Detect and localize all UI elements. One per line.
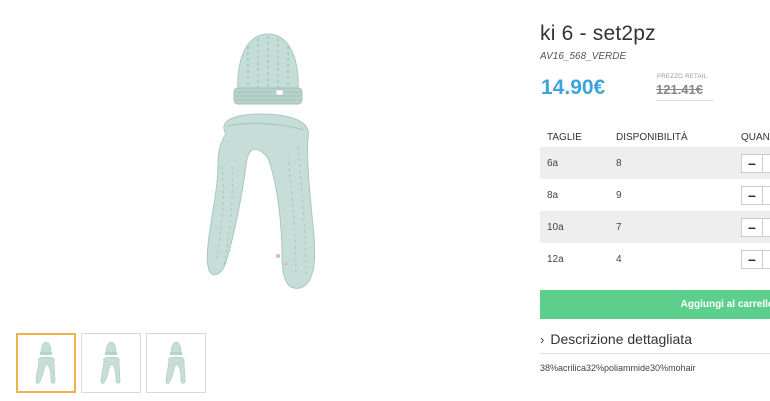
hat-graphic <box>233 33 303 105</box>
table-header-row: TAGLIE DISPONIBILITÀ QUAN <box>540 127 770 147</box>
availability-cell: 4 <box>609 243 734 275</box>
product-title: ki 6 - set2pz <box>540 22 656 45</box>
table-row: 6a 8 − <box>540 147 770 179</box>
chevron-right-icon: › <box>540 331 545 347</box>
scarf-graphic <box>206 113 316 289</box>
quantity-input[interactable] <box>763 217 770 237</box>
column-header-size: TAGLIE <box>547 131 582 143</box>
decrease-quantity-button[interactable]: − <box>741 153 763 173</box>
availability-cell: 7 <box>609 211 734 243</box>
quantity-input[interactable] <box>763 249 770 269</box>
price-row: 14.90€ PREZZO RETAIL 121.41€ <box>540 70 770 110</box>
thumbnail-3[interactable] <box>146 333 206 393</box>
table-row: 12a 4 − <box>540 243 770 275</box>
main-product-image[interactable] <box>186 26 336 296</box>
quantity-cell: − <box>734 147 770 179</box>
decrease-quantity-button[interactable]: − <box>741 185 763 205</box>
quantity-cell: − <box>734 243 770 275</box>
product-details: ki 6 - set2pz AV16_568_VERDE 14.90€ PREZ… <box>540 22 770 401</box>
product-price: 14.90€ <box>541 76 606 99</box>
size-cell: 12a <box>540 243 609 275</box>
quantity-cell: − <box>734 211 770 243</box>
retail-price-label: PREZZO RETAIL <box>657 74 708 80</box>
table-row: 8a 9 − <box>540 179 770 211</box>
description-body: 38%acrilica32%poliammide30%mohair <box>540 363 696 373</box>
size-cell: 8a <box>540 179 609 211</box>
decrease-quantity-button[interactable]: − <box>741 217 763 237</box>
quantity-input[interactable] <box>763 185 770 205</box>
size-table: TAGLIE DISPONIBILITÀ QUAN 6a 8 − 8a 9 − <box>540 127 770 275</box>
availability-cell: 8 <box>609 147 734 179</box>
availability-cell: 9 <box>609 179 734 211</box>
thumbnail-1[interactable] <box>16 333 76 393</box>
column-header-availability: DISPONIBILITÀ <box>616 131 688 143</box>
description-divider <box>540 353 770 354</box>
size-cell: 10a <box>540 211 609 243</box>
thumbnail-2[interactable] <box>81 333 141 393</box>
quantity-cell: − <box>734 179 770 211</box>
table-row: 10a 7 − <box>540 211 770 243</box>
description-toggle[interactable]: › Descrizione dettagliata <box>540 331 770 347</box>
retail-divider <box>656 100 714 101</box>
retail-price: 121.41€ <box>656 82 703 97</box>
product-sku: AV16_568_VERDE <box>540 51 627 62</box>
thumbnail-strip <box>16 333 206 393</box>
decrease-quantity-button[interactable]: − <box>741 249 763 269</box>
add-to-cart-button[interactable]: Aggiungi al carrello <box>540 290 770 319</box>
column-header-quantity: QUAN <box>741 131 770 143</box>
description-heading: Descrizione dettagliata <box>550 331 692 347</box>
quantity-input[interactable] <box>763 153 770 173</box>
size-cell: 6a <box>540 147 609 179</box>
